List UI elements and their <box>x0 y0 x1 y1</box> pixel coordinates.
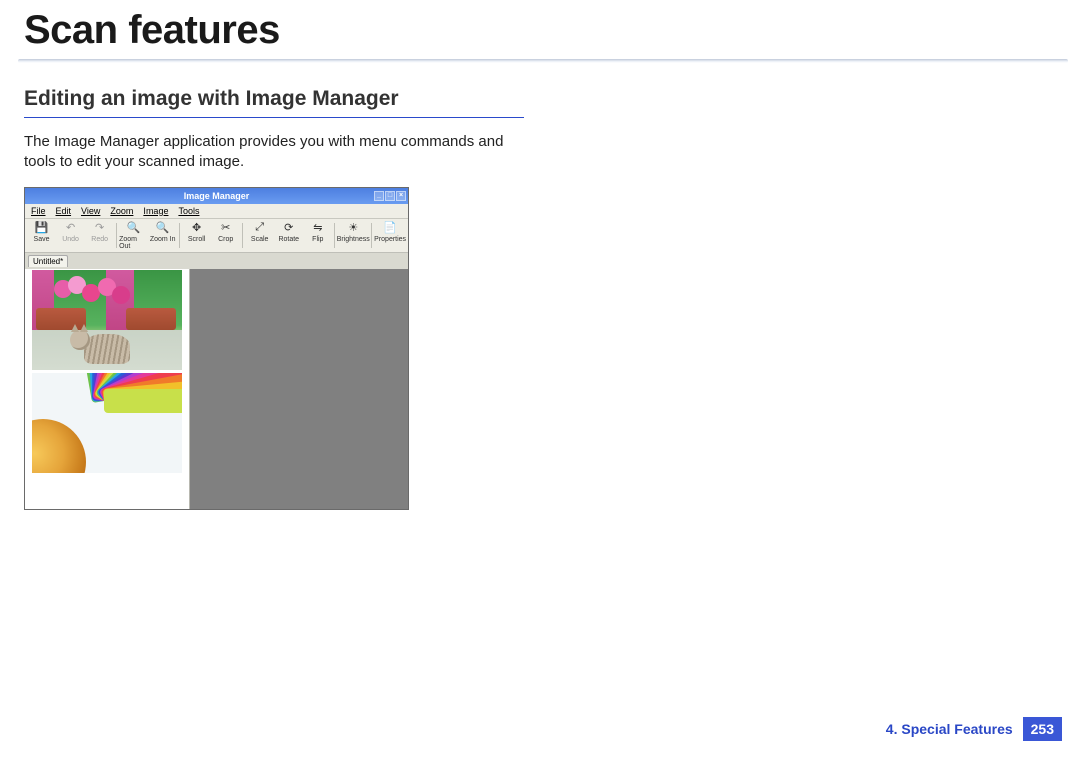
toolbar-save-button[interactable]: 💾Save <box>27 221 56 250</box>
menu-item-view[interactable]: View <box>81 206 100 216</box>
flower-petal <box>104 389 182 413</box>
toolbar-label: Properties <box>374 236 406 243</box>
window-title: Image Manager <box>184 191 250 201</box>
footer-chapter: 4. Special Features <box>886 721 1013 737</box>
document-tab[interactable]: Untitled* <box>28 255 68 267</box>
app-titlebar: Image Manager _ □ × <box>25 188 408 204</box>
properties-icon: 📄 <box>382 221 398 235</box>
floppy-icon: 💾 <box>34 221 50 235</box>
toolbar-rotate-button[interactable]: ⟳Rotate <box>274 221 303 250</box>
canvas-area <box>190 269 408 509</box>
app-workspace <box>25 269 408 509</box>
toolbar-label: Save <box>34 236 50 243</box>
close-button[interactable]: × <box>396 191 406 201</box>
toolbar-properties-button[interactable]: 📄Properties <box>374 221 406 250</box>
toolbar-scale-button[interactable]: ⤢Scale <box>245 221 274 250</box>
toolbar-undo-button: ↶Undo <box>56 221 85 250</box>
page-title: Scan features <box>0 0 1080 53</box>
body-text: The Image Manager application provides y… <box>24 132 524 173</box>
menu-item-tools[interactable]: Tools <box>178 206 199 216</box>
toolbar-flip-button[interactable]: ⇋Flip <box>303 221 332 250</box>
toolbar-separator <box>116 223 117 248</box>
toolbar-zoom-in-button[interactable]: 🔍Zoom In <box>148 221 177 250</box>
toolbar-label: Crop <box>218 236 233 243</box>
toolbar-separator <box>242 223 243 248</box>
zoom-out-icon: 🔍 <box>126 221 142 235</box>
rotate-icon: ⟳ <box>281 221 297 235</box>
minimize-button[interactable]: _ <box>374 191 384 201</box>
maximize-button[interactable]: □ <box>385 191 395 201</box>
scroll-icon: ✥ <box>189 221 205 235</box>
app-toolbar: 💾Save↶Undo↷Redo🔍Zoom Out🔍Zoom In✥Scroll✂… <box>25 219 408 253</box>
toolbar-crop-button[interactable]: ✂Crop <box>211 221 240 250</box>
app-screenshot: Image Manager _ □ × File Edit View Zoom Imag… <box>24 187 409 510</box>
menu-item-file[interactable]: File <box>31 206 46 216</box>
toolbar-zoom-out-button[interactable]: 🔍Zoom Out <box>119 221 148 250</box>
toolbar-label: Scale <box>251 236 269 243</box>
page-footer: 4. Special Features 253 <box>886 717 1062 741</box>
toolbar-label: Undo <box>62 236 79 243</box>
app-menubar: File Edit View Zoom Image Tools <box>25 204 408 219</box>
toolbar-scroll-button[interactable]: ✥Scroll <box>182 221 211 250</box>
toolbar-label: Zoom In <box>150 236 176 243</box>
crop-icon: ✂ <box>218 221 234 235</box>
toolbar-label: Zoom Out <box>119 236 148 250</box>
section-heading: Editing an image with Image Manager <box>24 87 524 118</box>
toolbar-brightness-button[interactable]: ☀Brightness <box>337 221 369 250</box>
toolbar-label: Redo <box>91 236 108 243</box>
menu-item-edit[interactable]: Edit <box>56 206 72 216</box>
toolbar-label: Scroll <box>188 236 206 243</box>
menu-item-zoom[interactable]: Zoom <box>110 206 133 216</box>
toolbar-label: Brightness <box>337 236 370 243</box>
undo-icon: ↶ <box>63 221 79 235</box>
toolbar-label: Flip <box>312 236 323 243</box>
scale-icon: ⤢ <box>252 221 268 235</box>
toolbar-separator <box>334 223 335 248</box>
zoom-in-icon: 🔍 <box>155 221 171 235</box>
window-controls: _ □ × <box>374 191 406 201</box>
footer-page-number: 253 <box>1023 717 1062 741</box>
title-divider <box>18 59 1068 63</box>
toolbar-label: Rotate <box>278 236 299 243</box>
menu-item-image[interactable]: Image <box>143 206 168 216</box>
toolbar-separator <box>179 223 180 248</box>
toolbar-separator <box>371 223 372 248</box>
redo-icon: ↷ <box>92 221 108 235</box>
thumbnail-image-1[interactable] <box>32 270 182 370</box>
toolbar-redo-button: ↷Redo <box>85 221 114 250</box>
flip-icon: ⇋ <box>310 221 326 235</box>
document-tab-strip: Untitled* <box>25 253 408 269</box>
thumbnail-panel <box>25 269 190 509</box>
brightness-icon: ☀ <box>345 221 361 235</box>
thumbnail-image-2[interactable] <box>32 373 182 473</box>
